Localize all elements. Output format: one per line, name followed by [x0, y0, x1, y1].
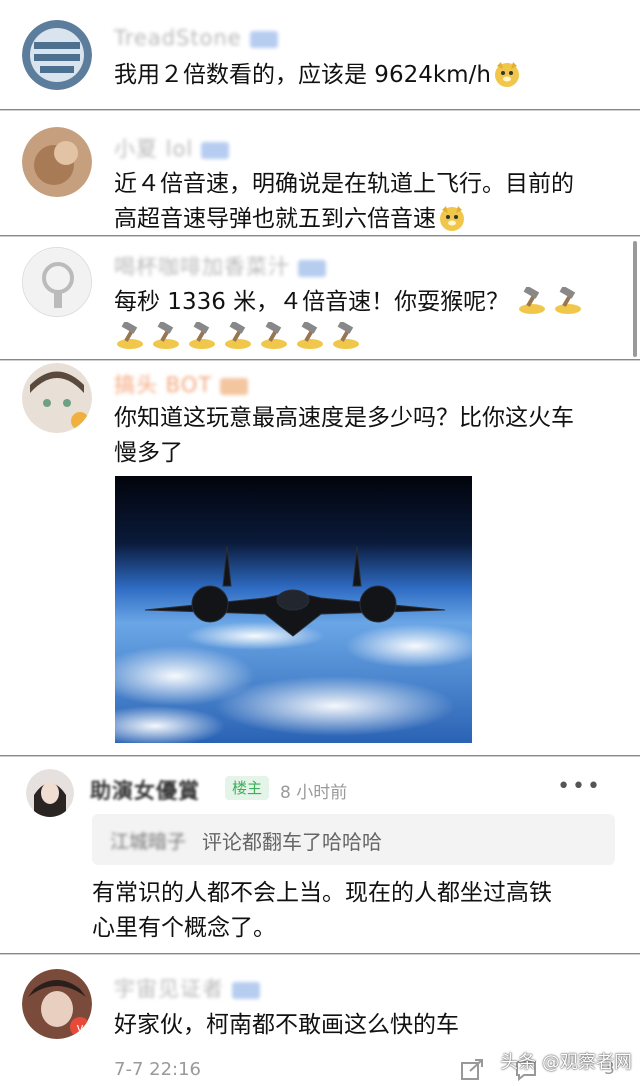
quoted-reply[interactable]: 江城暗子 评论都翻车了哈哈哈 — [92, 814, 615, 865]
comment-text: 你知道这玩意最高速度是多少吗？比你这火车 慢多了 — [114, 401, 618, 471]
hammer-emoji — [153, 322, 179, 349]
comment-text-line: 你知道这玩意最高速度是多少吗？比你这火车 — [114, 405, 574, 431]
hammer-row — [114, 320, 618, 355]
comment-card: 助演女優賞 楼主 8 小时前 ••• 江城暗子 评论都翻车了哈哈哈 有常识的人都… — [0, 756, 640, 954]
user-avatar[interactable] — [26, 769, 74, 817]
comment-text-line: 近４倍音速，明确说是在轨道上飞行。目前的 — [114, 171, 574, 197]
username[interactable]: TreadStone — [114, 26, 278, 50]
comment-time: 7-7 22:16 — [114, 1059, 201, 1080]
verified-badge-icon — [201, 141, 230, 159]
username[interactable]: 助演女優賞 — [90, 775, 200, 805]
user-avatar[interactable] — [22, 20, 92, 90]
doge-emoji — [494, 62, 519, 87]
username[interactable]: 小夏 lol — [114, 133, 230, 163]
comment-text-line: 高超音速导弹也就五到六倍音速 — [114, 202, 618, 237]
comment-text-line: 有常识的人都不会上当。现在的人都坐过高铁 — [92, 880, 552, 906]
hammer-emoji — [189, 322, 215, 349]
jet-photo[interactable] — [115, 476, 472, 743]
comment-text: 好家伙，柯南都不敢画这么快的车 — [114, 1012, 459, 1038]
watermark: 头条 @观察者网 — [500, 1052, 632, 1073]
more-options-icon[interactable]: ••• — [557, 774, 602, 799]
doge-emoji — [440, 206, 464, 231]
hammer-emoji — [297, 322, 323, 349]
verified-badge-icon — [249, 30, 278, 48]
user-avatar[interactable] — [22, 127, 92, 197]
user-avatar[interactable] — [22, 363, 92, 433]
comment-text: 每秒 1336 米，４倍音速！你耍猴呢？ — [114, 285, 618, 355]
hammer-emoji — [117, 322, 143, 349]
scrollbar[interactable] — [633, 241, 637, 357]
comment-card: 小夏 lol 近４倍音速，明确说是在轨道上飞行。目前的 高超音速导弹也就五到六倍… — [0, 110, 640, 236]
username[interactable]: 宇宙见证者 — [114, 973, 260, 1003]
hammer-emoji — [519, 287, 546, 314]
verified-badge-icon — [232, 981, 260, 999]
comment-time: 8 小时前 — [280, 783, 348, 803]
comment-text-line: 每秒 1336 米，４倍音速！你耍猴呢？ — [114, 285, 618, 320]
comment-card: 喝杯咖啡加香菜汁 每秒 1336 米，４倍音速！你耍猴呢？ — [0, 236, 640, 360]
user-avatar[interactable]: v — [22, 969, 92, 1039]
svg-text:v: v — [76, 1021, 83, 1035]
comment-text-line: 慢多了 — [114, 440, 183, 466]
share-icon[interactable] — [460, 1059, 484, 1081]
hammer-emoji — [225, 322, 251, 349]
hammer-emoji — [333, 322, 359, 349]
quoted-text: 评论都翻车了哈哈哈 — [202, 830, 382, 854]
quoted-username[interactable]: 江城暗子 — [110, 827, 186, 854]
comment-text: 我用２倍数看的，应该是 9624km/h — [114, 58, 618, 93]
username[interactable]: 喝杯咖啡加香菜汁 — [114, 251, 326, 281]
hammer-emoji — [261, 322, 287, 349]
owner-badge: 楼主 — [225, 776, 269, 800]
comment-text: 有常识的人都不会上当。现在的人都坐过高铁 心里有个概念了。 — [92, 876, 618, 946]
comment-text: 近４倍音速，明确说是在轨道上飞行。目前的 高超音速导弹也就五到六倍音速 — [114, 167, 618, 237]
comment-text-line: 心里有个概念了。 — [92, 915, 276, 941]
verified-badge-icon — [220, 377, 249, 395]
user-avatar[interactable] — [22, 247, 92, 317]
comment-card: TreadStone 我用２倍数看的，应该是 9624km/h — [0, 0, 640, 110]
verified-badge-icon — [298, 259, 326, 277]
username[interactable]: 搞头 BOT — [114, 369, 249, 399]
hammer-emoji — [555, 287, 582, 314]
